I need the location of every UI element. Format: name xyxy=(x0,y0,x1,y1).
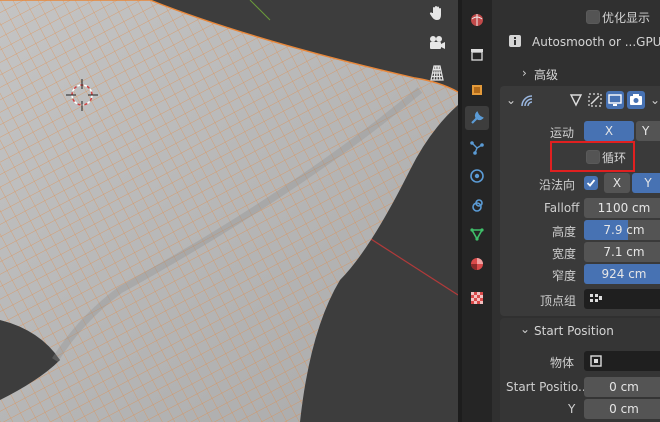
start-position-y-field[interactable]: 0 cm xyxy=(584,399,660,419)
viewport-scene xyxy=(0,0,458,422)
along-normal-y-toggle[interactable]: Y xyxy=(632,173,660,193)
height-slider[interactable]: 7.9 cm xyxy=(584,220,660,240)
narrowness-label: 窄度 xyxy=(552,269,577,283)
physics-icon[interactable] xyxy=(465,164,489,188)
vertex-group-icon xyxy=(590,294,602,302)
material-icon[interactable] xyxy=(465,252,489,276)
along-normal-checkbox[interactable] xyxy=(584,176,598,190)
texture-icon[interactable] xyxy=(465,286,489,310)
edit-mode-icon[interactable] xyxy=(568,92,584,111)
object-icon[interactable] xyxy=(465,78,489,102)
world-icon[interactable] xyxy=(465,8,489,32)
3d-viewport[interactable] xyxy=(0,0,458,422)
object-label: 物体 xyxy=(550,356,575,370)
wave-modifier-icon xyxy=(520,92,538,111)
optimize-display-label: 优化显示 xyxy=(602,11,651,25)
cloth-wireframe xyxy=(0,0,458,422)
height-label: 高度 xyxy=(552,225,577,239)
optimize-display-checkbox[interactable] xyxy=(586,10,600,24)
on-cage-icon[interactable] xyxy=(587,92,603,111)
narrowness-value: 924 cm xyxy=(601,267,647,281)
start-position-y-label: Y xyxy=(568,402,576,416)
constraints-icon[interactable] xyxy=(465,194,489,218)
vertex-group-label: 顶点组 xyxy=(540,294,577,308)
particles-icon[interactable] xyxy=(465,136,489,160)
start-position-header[interactable]: Start Position xyxy=(534,324,614,338)
modifier-dropdown-icon[interactable]: ⌄ xyxy=(650,93,660,107)
along-normal-x-toggle[interactable]: X xyxy=(604,173,630,193)
advanced-subpanel-header[interactable]: 高级 xyxy=(534,66,558,83)
height-value: 7.9 cm xyxy=(603,223,645,237)
camera-icon[interactable] xyxy=(424,30,450,56)
falloff-field[interactable]: 1100 cm xyxy=(584,198,660,218)
advanced-chevron-icon[interactable]: › xyxy=(522,66,527,80)
collapse-chevron-icon[interactable]: ⌄ xyxy=(506,93,516,107)
x-axis-line xyxy=(359,231,458,296)
width-field[interactable]: 7.1 cm xyxy=(584,242,660,262)
modifier-icon[interactable] xyxy=(465,106,489,130)
collection-icon[interactable] xyxy=(465,42,489,66)
width-label: 宽度 xyxy=(552,247,577,261)
info-icon xyxy=(508,34,522,48)
object-field[interactable] xyxy=(584,351,660,371)
info-text: Autosmooth or ...GPU su xyxy=(532,35,660,49)
y-axis-line xyxy=(249,0,271,21)
motion-label: 运动 xyxy=(550,126,575,140)
start-position-x-field[interactable]: 0 cm xyxy=(584,377,660,397)
motion-x-toggle[interactable]: X xyxy=(584,121,634,141)
along-normal-label: 沿法向 xyxy=(539,178,576,192)
hand-icon[interactable] xyxy=(424,0,450,26)
start-position-chevron-icon[interactable]: ⌄ xyxy=(520,322,530,336)
realtime-display-icon[interactable] xyxy=(606,91,624,109)
properties-panel: 优化显示 Autosmooth or ...GPU su › 高级 ⌄ ⌄ 运动… xyxy=(492,0,660,422)
properties-tabs xyxy=(462,0,492,422)
grid-icon[interactable] xyxy=(424,60,450,86)
vertex-group-field[interactable] xyxy=(584,289,660,309)
object-field-icon xyxy=(590,355,602,367)
motion-y-toggle[interactable]: Y xyxy=(636,121,660,141)
start-position-x-label: Start Positio... xyxy=(506,380,590,394)
falloff-label: Falloff xyxy=(544,201,580,215)
render-camera-icon[interactable] xyxy=(627,91,645,109)
highlight-box xyxy=(550,141,635,172)
data-icon[interactable] xyxy=(465,222,489,246)
narrowness-slider[interactable]: 924 cm xyxy=(584,264,660,284)
